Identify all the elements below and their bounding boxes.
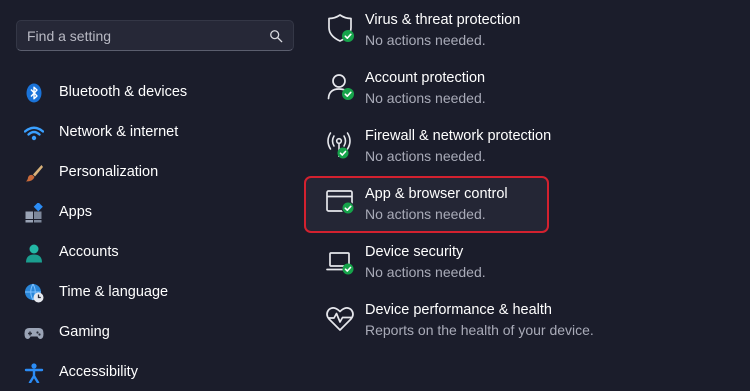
sidebar-item-label: Network & internet xyxy=(59,124,179,140)
brush-icon xyxy=(26,165,43,182)
item-title: Device performance & health xyxy=(365,302,552,318)
device-performance-health-item[interactable]: Device performance & health Reports on t… xyxy=(318,298,743,348)
firewall-network-protection-item[interactable]: Firewall & network protection No actions… xyxy=(318,124,743,174)
sidebar-item-personalization[interactable]: Personalization xyxy=(14,155,304,191)
sidebar-item-gaming[interactable]: Gaming xyxy=(14,315,304,351)
sidebar-item-label: Apps xyxy=(59,204,93,220)
bluetooth-icon xyxy=(26,83,42,103)
item-status: Reports on the health of your device. xyxy=(365,322,594,338)
search-icon[interactable] xyxy=(269,29,283,43)
item-status: No actions needed. xyxy=(365,90,486,106)
app-browser-window-icon xyxy=(326,190,355,215)
sidebar-item-bluetooth-devices[interactable]: Bluetooth & devices xyxy=(14,75,304,111)
search-box[interactable] xyxy=(16,20,294,51)
item-title: Firewall & network protection xyxy=(365,128,552,144)
wifi-icon xyxy=(24,126,44,141)
globe-clock-icon xyxy=(25,283,44,303)
apps-icon xyxy=(25,203,43,223)
firewall-antenna-icon xyxy=(327,132,351,159)
laptop-icon xyxy=(326,252,354,275)
sidebar-item-label: Time & language xyxy=(59,284,169,300)
item-title: Virus & threat protection xyxy=(365,12,521,28)
item-status: No actions needed. xyxy=(365,32,486,48)
sidebar-item-label: Accessibility xyxy=(59,364,138,380)
person-icon xyxy=(26,244,42,263)
shield-icon xyxy=(328,14,354,42)
sidebar-item-accounts[interactable]: Accounts xyxy=(14,235,304,271)
sidebar-item-accessibility[interactable]: Accessibility xyxy=(14,355,304,391)
search-input[interactable] xyxy=(17,21,267,50)
virus-threat-protection-item[interactable]: Virus & threat protection No actions nee… xyxy=(318,8,743,58)
sidebar-item-network-internet[interactable]: Network & internet xyxy=(14,115,304,151)
sidebar-item-apps[interactable]: Apps xyxy=(14,195,304,231)
sidebar-item-time-language[interactable]: Time & language xyxy=(14,275,304,311)
sidebar-item-label: Accounts xyxy=(59,244,119,260)
app-browser-control-item[interactable]: App & browser control No actions needed. xyxy=(318,182,743,232)
settings-sidebar: Bluetooth & devices Network & internet P… xyxy=(0,0,310,383)
accessibility-icon xyxy=(24,363,44,383)
heart-icon xyxy=(326,307,354,331)
item-status: No actions needed. xyxy=(365,264,486,280)
account-protection-item[interactable]: Account protection No actions needed. xyxy=(318,66,743,116)
item-title: Account protection xyxy=(365,70,486,86)
gamepad-icon xyxy=(24,328,44,339)
account-protection-icon xyxy=(327,74,354,100)
sidebar-item-label: Gaming xyxy=(59,324,110,340)
item-status: No actions needed. xyxy=(365,148,486,164)
item-title: Device security xyxy=(365,244,464,260)
device-security-item[interactable]: Device security No actions needed. xyxy=(318,240,743,290)
sidebar-item-label: Personalization xyxy=(59,164,159,180)
item-title: App & browser control xyxy=(365,186,508,202)
item-status: No actions needed. xyxy=(365,206,486,222)
sidebar-item-label: Bluetooth & devices xyxy=(59,84,188,100)
